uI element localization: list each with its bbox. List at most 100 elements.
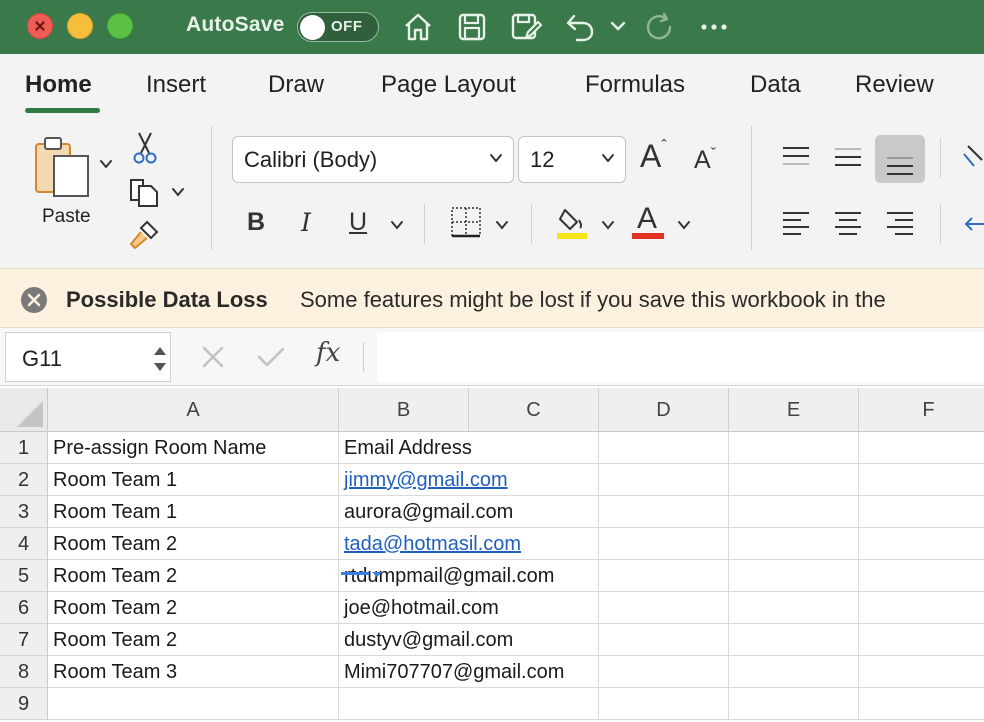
cell-d8[interactable] bbox=[599, 656, 729, 688]
column-header-d[interactable]: D bbox=[599, 388, 729, 432]
column-header-a[interactable]: A bbox=[48, 388, 339, 432]
row-header[interactable]: 7 bbox=[0, 624, 48, 656]
align-center-icon[interactable] bbox=[833, 211, 863, 237]
font-name-dropdown[interactable]: Calibri (Body) bbox=[232, 136, 514, 183]
select-all-corner[interactable] bbox=[0, 388, 48, 432]
cell-b4[interactable]: tada@hotmasil.com bbox=[339, 528, 521, 560]
cell-a2[interactable]: Room Team 1 bbox=[48, 464, 339, 496]
cell-a3[interactable]: Room Team 1 bbox=[48, 496, 339, 528]
cell-b3[interactable]: aurora@gmail.com bbox=[339, 496, 513, 528]
cell-c3[interactable] bbox=[469, 496, 599, 528]
cell-b9[interactable] bbox=[339, 688, 469, 720]
cell-d5[interactable] bbox=[599, 560, 729, 592]
tab-draw[interactable]: Draw bbox=[268, 71, 324, 99]
fill-color-icon[interactable] bbox=[555, 204, 589, 240]
align-right-icon[interactable] bbox=[885, 211, 915, 237]
decrease-font-size-button[interactable]: Aˇ bbox=[694, 146, 716, 175]
cell-e1[interactable] bbox=[729, 432, 859, 464]
tab-formulas[interactable]: Formulas bbox=[585, 71, 685, 99]
cell-e5[interactable] bbox=[729, 560, 859, 592]
more-icon[interactable] bbox=[697, 10, 731, 44]
redo-icon[interactable] bbox=[643, 10, 677, 44]
enter-icon[interactable] bbox=[256, 344, 286, 370]
align-top-icon[interactable] bbox=[781, 146, 811, 168]
font-color-button[interactable]: A bbox=[637, 202, 657, 236]
row-header[interactable]: 3 bbox=[0, 496, 48, 528]
tab-home[interactable]: Home bbox=[25, 71, 92, 99]
cell-e7[interactable] bbox=[729, 624, 859, 656]
fill-color-chevron-icon[interactable] bbox=[600, 217, 616, 233]
cell-a4[interactable]: Room Team 2 bbox=[48, 528, 339, 560]
tab-insert[interactable]: Insert bbox=[146, 71, 206, 99]
close-window-button[interactable] bbox=[27, 13, 53, 39]
cell-f6[interactable] bbox=[859, 592, 984, 624]
cell-c8[interactable] bbox=[469, 656, 599, 688]
cell-d7[interactable] bbox=[599, 624, 729, 656]
dismiss-icon[interactable] bbox=[20, 286, 48, 314]
undo-options-chevron-icon[interactable] bbox=[608, 16, 628, 36]
cell-d1[interactable] bbox=[599, 432, 729, 464]
cell-c9[interactable] bbox=[469, 688, 599, 720]
cell-a8[interactable]: Room Team 3 bbox=[48, 656, 339, 688]
align-bottom-icon[interactable] bbox=[885, 152, 915, 176]
zoom-window-button[interactable] bbox=[107, 13, 133, 39]
column-header-b[interactable]: B bbox=[339, 388, 469, 432]
paste-icon[interactable] bbox=[32, 134, 94, 204]
cell-f8[interactable] bbox=[859, 656, 984, 688]
cell-d6[interactable] bbox=[599, 592, 729, 624]
cell-c1[interactable] bbox=[469, 432, 599, 464]
cell-d2[interactable] bbox=[599, 464, 729, 496]
cell-a7[interactable]: Room Team 2 bbox=[48, 624, 339, 656]
cell-b1[interactable]: Email Address bbox=[339, 432, 472, 464]
name-box[interactable]: G11 bbox=[5, 332, 171, 382]
cell-e6[interactable] bbox=[729, 592, 859, 624]
cell-a1[interactable]: Pre-assign Room Name bbox=[48, 432, 339, 464]
cell-e3[interactable] bbox=[729, 496, 859, 528]
paste-options-chevron-icon[interactable] bbox=[98, 156, 114, 172]
cell-a5[interactable]: Room Team 2 bbox=[48, 560, 339, 592]
cell-c5[interactable] bbox=[469, 560, 599, 592]
cell-c2[interactable] bbox=[469, 464, 599, 496]
row-header[interactable]: 4 bbox=[0, 528, 48, 560]
cell-e9[interactable] bbox=[729, 688, 859, 720]
cell-f2[interactable] bbox=[859, 464, 984, 496]
cell-d9[interactable] bbox=[599, 688, 729, 720]
row-header[interactable]: 5 bbox=[0, 560, 48, 592]
cell-a6[interactable]: Room Team 2 bbox=[48, 592, 339, 624]
row-header[interactable]: 8 bbox=[0, 656, 48, 688]
format-painter-icon[interactable] bbox=[127, 218, 161, 250]
minimize-window-button[interactable] bbox=[67, 13, 93, 39]
cell-b8[interactable]: Mimi707707@gmail.com bbox=[339, 656, 564, 688]
cell-c6[interactable] bbox=[469, 592, 599, 624]
copy-options-chevron-icon[interactable] bbox=[170, 184, 186, 200]
column-header-c[interactable]: C bbox=[469, 388, 599, 432]
name-box-stepper-icon[interactable] bbox=[152, 341, 168, 377]
row-header[interactable]: 6 bbox=[0, 592, 48, 624]
tab-review[interactable]: Review bbox=[855, 71, 934, 99]
undo-icon[interactable] bbox=[563, 10, 597, 44]
column-header-e[interactable]: E bbox=[729, 388, 859, 432]
cell-f5[interactable] bbox=[859, 560, 984, 592]
autocorrect-indicator[interactable] bbox=[341, 565, 383, 577]
borders-options-chevron-icon[interactable] bbox=[494, 217, 510, 233]
borders-icon[interactable] bbox=[450, 206, 482, 238]
underline-options-chevron-icon[interactable] bbox=[389, 217, 405, 233]
cell-f7[interactable] bbox=[859, 624, 984, 656]
cell-f3[interactable] bbox=[859, 496, 984, 528]
cell-f4[interactable] bbox=[859, 528, 984, 560]
insert-function-button[interactable]: fx bbox=[316, 338, 340, 368]
align-left-icon[interactable] bbox=[781, 211, 811, 237]
cell-f9[interactable] bbox=[859, 688, 984, 720]
autosave-toggle[interactable]: OFF bbox=[297, 12, 379, 42]
increase-font-size-button[interactable]: Aˆ bbox=[640, 138, 667, 175]
row-header[interactable]: 9 bbox=[0, 688, 48, 720]
italic-button[interactable]: I bbox=[301, 208, 311, 237]
cell-b7[interactable]: dustyv@gmail.com bbox=[339, 624, 513, 656]
underline-button[interactable]: U bbox=[349, 208, 367, 237]
cell-e4[interactable] bbox=[729, 528, 859, 560]
cell-b2[interactable]: jimmy@gmail.com bbox=[339, 464, 508, 496]
save-icon[interactable] bbox=[455, 10, 489, 44]
home-icon[interactable] bbox=[401, 10, 435, 44]
cell-b6[interactable]: joe@hotmail.com bbox=[339, 592, 499, 624]
column-header-f[interactable]: F bbox=[859, 388, 984, 432]
